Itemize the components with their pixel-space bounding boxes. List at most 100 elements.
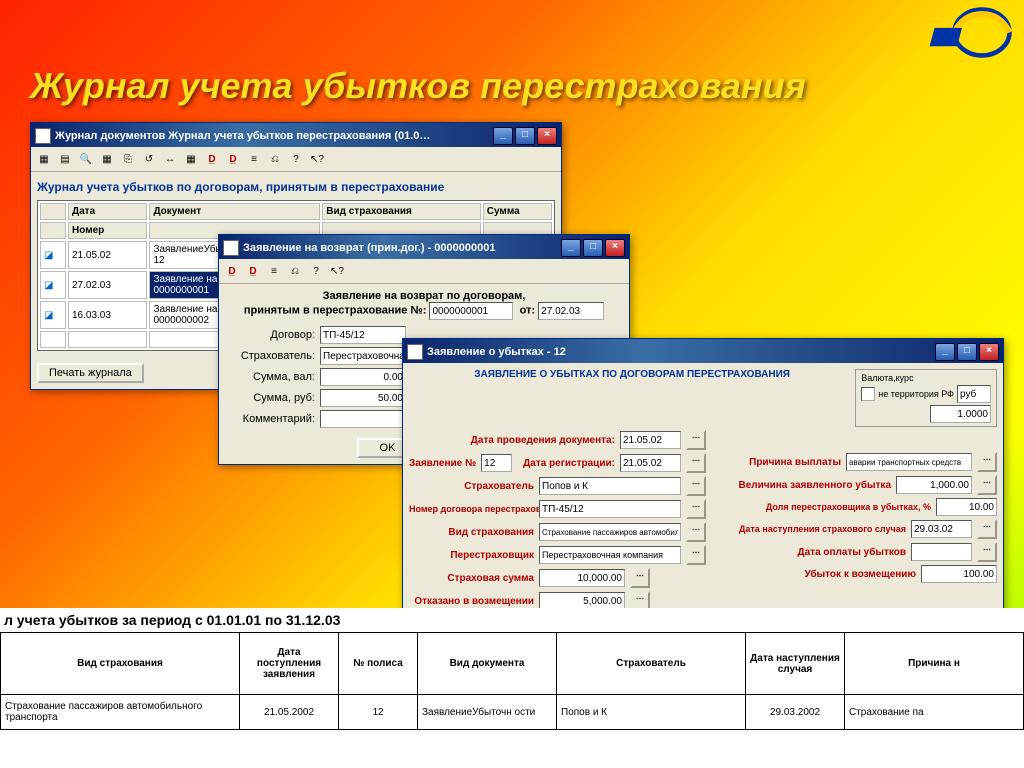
report-table: Вид страхования Дата поступления заявлен… [0,632,1024,730]
application-number-input[interactable] [429,302,513,320]
report-row: Страхование пассажиров автомобильного тр… [1,695,1024,730]
print-journal-button[interactable]: Печать журнала [37,363,144,383]
cursor-help-icon[interactable]: ↖? [308,150,326,168]
regdate-input[interactable] [620,454,681,472]
insurer-label: Страхователь: [225,350,315,362]
toolbar: D̲D̲≡⎌?↖? [219,259,629,284]
sumval-input[interactable] [320,368,406,386]
instype-input[interactable] [539,523,681,541]
close-button[interactable]: × [979,343,999,361]
sumval-label: Сумма, вал: [225,371,315,383]
search-icon[interactable]: 🔍 [77,150,95,168]
pct-input[interactable] [936,498,997,516]
toolbar: ▦▤🔍▦⎘↺↔▦D̲D̲≡⎌?↖? [31,147,561,172]
appnum-input[interactable] [481,454,512,472]
loss-heading: ЗАЯВЛЕНИЕ О УБЫТКАХ ПО ДОГОВОРАМ ПЕРЕСТР… [474,369,790,380]
paydate-input[interactable] [911,543,972,561]
titlebar: Журнал документов Журнал учета убытков п… [31,123,561,147]
tool-icon[interactable]: ▤ [56,150,74,168]
tool-icon[interactable]: D̲ [224,150,242,168]
date-input[interactable] [538,302,604,320]
heading-line2: принятым в перестрахование №: [244,305,427,317]
heading-line1: Заявление на возврат по договорам, [323,290,526,302]
contract-label: Договор: [225,329,315,341]
sumrub-label: Сумма, руб: [225,392,315,404]
contract-input[interactable] [320,326,406,344]
tool-icon[interactable]: ↔ [161,150,179,168]
tool-icon[interactable]: ▦ [35,150,53,168]
tool-icon[interactable]: ⎘ [119,150,137,168]
cursor-help-icon[interactable]: ↖? [328,262,346,280]
col-date[interactable]: Дата [68,203,147,220]
rate-input[interactable] [930,405,991,423]
col-instype: Вид страхования [1,633,240,695]
help-icon[interactable]: ? [307,262,325,280]
casedate-input[interactable] [911,520,972,538]
tool-icon[interactable]: D̲ [203,150,221,168]
calc-button[interactable]: ⋯ [977,475,997,495]
minimize-button[interactable]: _ [561,239,581,257]
tool-icon[interactable]: ↺ [140,150,158,168]
doc-icon [223,240,239,256]
loss-input[interactable] [896,476,972,494]
date-picker-button[interactable]: ⋯ [686,430,706,450]
tool-icon[interactable]: D̲ [223,262,241,280]
close-button[interactable]: × [537,127,557,145]
tool-icon[interactable]: ⎌ [286,262,304,280]
lookup-button[interactable]: ⋯ [686,476,706,496]
lookup-button[interactable]: ⋯ [977,452,997,472]
comp-input[interactable] [921,565,997,583]
col-policy: № полиса [339,633,418,695]
inssum-input[interactable] [539,569,625,587]
not-rf-checkbox[interactable] [861,387,875,401]
minimize-button[interactable]: _ [493,127,513,145]
currency-box-label: Валюта,курс [861,373,991,383]
window-title: Заявление на возврат (прин.дог.) - 00000… [243,242,561,254]
maximize-button[interactable]: □ [957,343,977,361]
insurer-input[interactable] [539,477,681,495]
journal-heading: Журнал учета убытков по договорам, приня… [37,180,555,194]
date-picker-button[interactable]: ⋯ [686,453,706,473]
lookup-button[interactable]: ⋯ [686,522,706,542]
tool-icon[interactable]: D̲ [244,262,262,280]
col-appdate: Дата поступления заявления [240,633,339,695]
help-icon[interactable]: ? [287,150,305,168]
currency-input[interactable] [957,385,991,403]
brand-logo [904,5,1014,60]
col-casedate: Дата наступления случая [746,633,845,695]
not-rf-label: не территория РФ [878,389,954,399]
date-picker-button[interactable]: ⋯ [977,519,997,539]
col-insurer: Страхователь [557,633,746,695]
col-num[interactable]: Номер [68,222,147,239]
titlebar: Заявление на возврат (прин.дог.) - 00000… [219,235,629,259]
app-icon [35,128,51,144]
col-instype[interactable]: Вид страхования [322,203,481,220]
titlebar: Заявление о убытках - 12_□× [403,339,1003,363]
report-panel: л учета убытков за период с 01.01.01 по … [0,608,1024,768]
report-title: л учета убытков за период с 01.01.01 по … [0,608,1024,632]
tool-icon[interactable]: ⎌ [266,150,284,168]
maximize-button[interactable]: □ [583,239,603,257]
tool-icon[interactable]: ▦ [182,150,200,168]
sumrub-input[interactable] [320,389,406,407]
col-doctype: Вид документа [418,633,557,695]
reins-input[interactable] [539,546,681,564]
contract-input[interactable] [539,500,681,518]
date-picker-button[interactable]: ⋯ [977,542,997,562]
col-doc[interactable]: Документ [149,203,320,220]
lookup-button[interactable]: ⋯ [686,499,706,519]
lookup-button[interactable]: ⋯ [686,545,706,565]
minimize-button[interactable]: _ [935,343,955,361]
col-sum[interactable]: Сумма [483,203,552,220]
calc-button[interactable]: ⋯ [630,568,650,588]
tool-icon[interactable]: ▦ [98,150,116,168]
close-button[interactable]: × [605,239,625,257]
maximize-button[interactable]: □ [515,127,535,145]
comment-label: Комментарий: [225,413,315,425]
tool-icon[interactable]: ≡ [265,262,283,280]
docdate-input[interactable] [620,431,681,449]
reason-input[interactable] [846,453,972,471]
col-reason: Причина н [845,633,1024,695]
doc-icon [407,344,423,360]
tool-icon[interactable]: ≡ [245,150,263,168]
